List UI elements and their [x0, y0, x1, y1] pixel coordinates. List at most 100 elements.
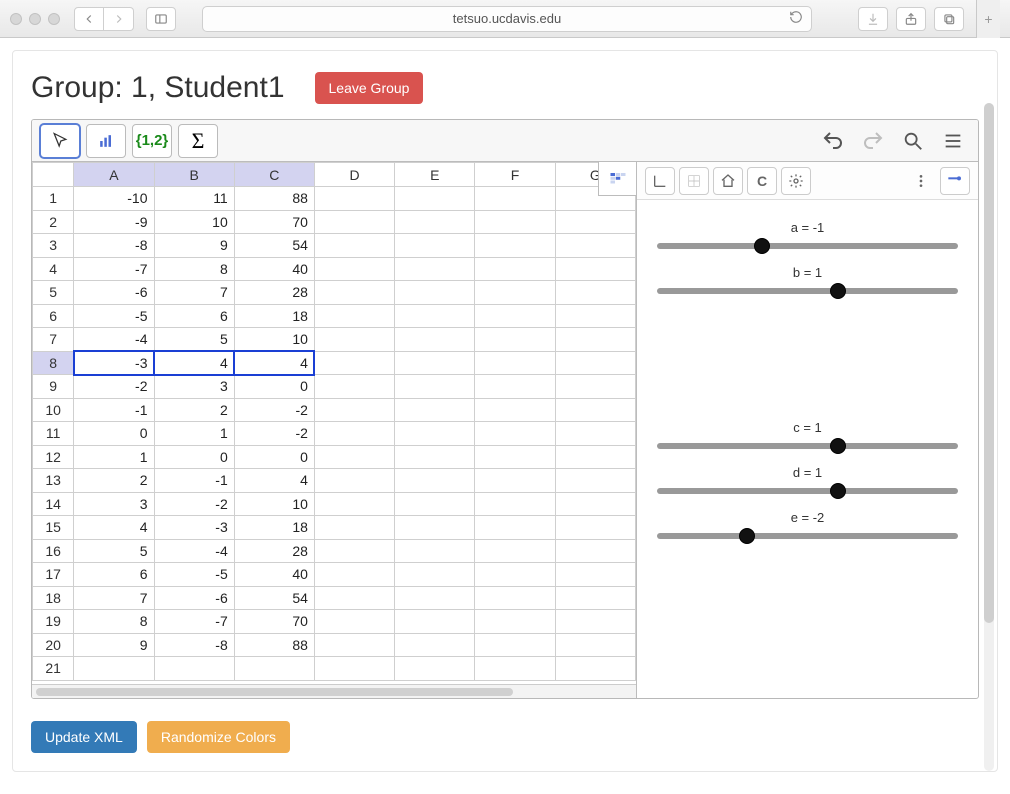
cell-G17[interactable]	[555, 563, 635, 587]
cell-E7[interactable]	[395, 328, 475, 352]
cell-G10[interactable]	[555, 398, 635, 422]
cell-A20[interactable]: 9	[74, 633, 154, 657]
cell-B16[interactable]: -4	[154, 539, 234, 563]
back-button[interactable]	[74, 7, 104, 31]
cell-A7[interactable]: -4	[74, 328, 154, 352]
spreadsheet-table[interactable]: ABCDEFG 1-1011882-910703-89544-78405-672…	[32, 162, 636, 681]
cell-G4[interactable]	[555, 257, 635, 281]
cell-E12[interactable]	[395, 445, 475, 469]
cell-B5[interactable]: 7	[154, 281, 234, 305]
cell-A12[interactable]: 1	[74, 445, 154, 469]
cell-G3[interactable]	[555, 234, 635, 258]
cell-E15[interactable]	[395, 516, 475, 540]
cell-B13[interactable]: -1	[154, 469, 234, 493]
cell-E18[interactable]	[395, 586, 475, 610]
cell-B17[interactable]: -5	[154, 563, 234, 587]
cell-A15[interactable]: 4	[74, 516, 154, 540]
row-header[interactable]: 5	[33, 281, 74, 305]
cell-D17[interactable]	[314, 563, 394, 587]
cell-F21[interactable]	[475, 657, 555, 681]
cell-C5[interactable]: 28	[234, 281, 314, 305]
cell-B8[interactable]: 4	[154, 351, 234, 375]
leave-group-button[interactable]: Leave Group	[315, 72, 424, 104]
row-header[interactable]: 7	[33, 328, 74, 352]
cell-C3[interactable]: 54	[234, 234, 314, 258]
row-header[interactable]: 2	[33, 210, 74, 234]
cell-G13[interactable]	[555, 469, 635, 493]
cell-F6[interactable]	[475, 304, 555, 328]
cell-C16[interactable]: 28	[234, 539, 314, 563]
cell-D7[interactable]	[314, 328, 394, 352]
cell-A1[interactable]: -10	[74, 187, 154, 211]
cell-C17[interactable]: 40	[234, 563, 314, 587]
reload-icon[interactable]	[789, 10, 803, 27]
slider-thumb-e[interactable]	[739, 528, 755, 544]
row-header[interactable]: 16	[33, 539, 74, 563]
sum-tool-button[interactable]: Σ	[178, 124, 218, 158]
menu-button[interactable]	[936, 124, 970, 158]
cell-A10[interactable]: -1	[74, 398, 154, 422]
cell-F2[interactable]	[475, 210, 555, 234]
cell-E14[interactable]	[395, 492, 475, 516]
cell-D15[interactable]	[314, 516, 394, 540]
minimize-window-icon[interactable]	[29, 13, 41, 25]
row-header[interactable]: 11	[33, 422, 74, 446]
snap-button[interactable]: C	[747, 167, 777, 195]
column-header-A[interactable]: A	[74, 163, 154, 187]
cell-C6[interactable]: 18	[234, 304, 314, 328]
slider-thumb-a[interactable]	[754, 238, 770, 254]
cell-B21[interactable]	[154, 657, 234, 681]
cell-D13[interactable]	[314, 469, 394, 493]
downloads-button[interactable]	[858, 7, 888, 31]
cell-B11[interactable]: 1	[154, 422, 234, 446]
cell-A18[interactable]: 7	[74, 586, 154, 610]
randomize-colors-button[interactable]: Randomize Colors	[147, 721, 290, 753]
sidebar-toggle-button[interactable]	[146, 7, 176, 31]
cell-C10[interactable]: -2	[234, 398, 314, 422]
row-header[interactable]: 19	[33, 610, 74, 634]
tabs-button[interactable]	[934, 7, 964, 31]
cell-G18[interactable]	[555, 586, 635, 610]
cell-A11[interactable]: 0	[74, 422, 154, 446]
cell-F4[interactable]	[475, 257, 555, 281]
cell-C4[interactable]: 40	[234, 257, 314, 281]
slider-e[interactable]: e = -2	[651, 510, 964, 539]
format-cells-button[interactable]	[598, 162, 636, 196]
cell-C15[interactable]: 18	[234, 516, 314, 540]
cell-G11[interactable]	[555, 422, 635, 446]
cell-F13[interactable]	[475, 469, 555, 493]
cell-D1[interactable]	[314, 187, 394, 211]
cell-A2[interactable]: -9	[74, 210, 154, 234]
row-header[interactable]: 3	[33, 234, 74, 258]
cell-B4[interactable]: 8	[154, 257, 234, 281]
row-header[interactable]: 8	[33, 351, 74, 375]
cell-F20[interactable]	[475, 633, 555, 657]
cell-C14[interactable]: 10	[234, 492, 314, 516]
cell-C13[interactable]: 4	[234, 469, 314, 493]
column-header-B[interactable]: B	[154, 163, 234, 187]
cell-A4[interactable]: -7	[74, 257, 154, 281]
cell-F16[interactable]	[475, 539, 555, 563]
cell-F8[interactable]	[475, 351, 555, 375]
slider-b[interactable]: b = 1	[651, 265, 964, 294]
cell-B3[interactable]: 9	[154, 234, 234, 258]
row-header[interactable]: 17	[33, 563, 74, 587]
cell-A5[interactable]: -6	[74, 281, 154, 305]
grid-button[interactable]	[679, 167, 709, 195]
row-header[interactable]: 10	[33, 398, 74, 422]
cell-F12[interactable]	[475, 445, 555, 469]
cell-G15[interactable]	[555, 516, 635, 540]
cell-G12[interactable]	[555, 445, 635, 469]
cell-G5[interactable]	[555, 281, 635, 305]
slider-thumb-b[interactable]	[830, 283, 846, 299]
slider-thumb-d[interactable]	[830, 483, 846, 499]
cell-F14[interactable]	[475, 492, 555, 516]
cell-B14[interactable]: -2	[154, 492, 234, 516]
cell-C18[interactable]: 54	[234, 586, 314, 610]
column-header-E[interactable]: E	[395, 163, 475, 187]
slider-thumb-c[interactable]	[830, 438, 846, 454]
cell-C12[interactable]: 0	[234, 445, 314, 469]
cell-E4[interactable]	[395, 257, 475, 281]
cell-C19[interactable]: 70	[234, 610, 314, 634]
cell-F11[interactable]	[475, 422, 555, 446]
